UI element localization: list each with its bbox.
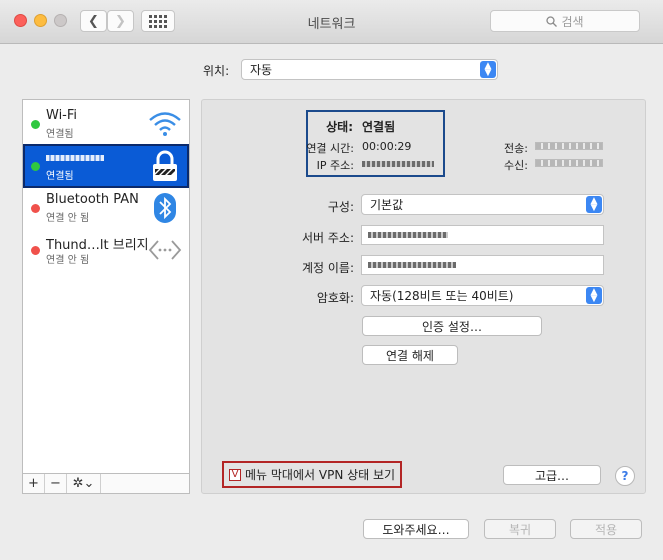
service-status: 연결 안 됨 (46, 255, 90, 266)
popup-stepper-icon: ▲ ▼ (586, 196, 602, 213)
assist-me-button[interactable]: 도와주세요… (363, 519, 469, 539)
search-field[interactable]: 검색 (490, 10, 640, 32)
wifi-icon (147, 106, 183, 142)
configuration-value: 기본값 (370, 198, 404, 212)
bluetooth-icon (147, 190, 183, 226)
popup-stepper-icon: ▲ ▼ (586, 287, 602, 304)
disconnect-button[interactable]: 연결 해제 (362, 345, 458, 365)
bridge-arrows-icon (147, 232, 183, 268)
service-item-bluetooth-pan[interactable]: Bluetooth PAN 연결 안 됨 (23, 186, 189, 230)
show-vpn-status-label: 메뉴 막대에서 VPN 상태 보기 (245, 468, 396, 482)
encryption-value: 자동(128비트 또는 40비트) (370, 289, 514, 303)
ip-address-value (362, 157, 434, 170)
encryption-popup[interactable]: 자동(128비트 또는 40비트) ▲ ▼ (361, 285, 604, 306)
connect-time-value: 00:00:29 (362, 140, 412, 153)
service-item-wifi[interactable]: Wi-Fi 연결됨 (23, 102, 189, 146)
remove-service-button[interactable]: − (45, 474, 67, 493)
authentication-settings-button[interactable]: 인증 설정… (362, 316, 542, 336)
advanced-button[interactable]: 고급… (503, 465, 601, 485)
help-button[interactable]: ? (615, 466, 635, 486)
gear-icon: ✲⌄ (72, 476, 95, 491)
service-name: Bluetooth PAN (46, 192, 139, 207)
add-service-button[interactable]: + (23, 474, 45, 493)
sent-label: 전송: (504, 142, 528, 155)
service-status: 연결됨 (46, 129, 74, 140)
service-list: Wi-Fi 연결됨 연결됨 Bluetooth PAN 연결 안 됨 Thund… (22, 99, 190, 494)
configuration-label: 구성: (327, 200, 354, 214)
show-vpn-status-checkbox-row[interactable]: V 메뉴 막대에서 VPN 상태 보기 (222, 461, 402, 488)
location-label: 위치: (203, 64, 230, 78)
service-status: 연결됨 (46, 171, 74, 182)
connect-time-label: 연결 시간: (306, 142, 354, 155)
account-name-field[interactable] (361, 255, 604, 275)
gear-menu-button[interactable]: ✲⌄ (67, 474, 101, 493)
service-list-toolbar: + − ✲⌄ (22, 473, 190, 494)
apply-button[interactable]: 적용 (570, 519, 642, 539)
status-dot-disconnected (31, 204, 40, 213)
location-popup[interactable]: 자동 ▲ ▼ (241, 59, 498, 80)
revert-button[interactable]: 복귀 (484, 519, 556, 539)
state-value: 연결됨 (362, 120, 396, 134)
status-dot-connected (31, 120, 40, 129)
encryption-label: 암호화: (316, 291, 354, 305)
status-dot-disconnected (31, 246, 40, 255)
service-status: 연결 안 됨 (46, 213, 90, 224)
location-value: 자동 (250, 63, 273, 77)
ip-address-label: IP 주소: (316, 159, 354, 172)
service-item-thunderbolt-bridge[interactable]: Thund…lt 브리지 연결 안 됨 (23, 228, 189, 272)
vpn-lock-icon (147, 148, 183, 184)
received-meter (535, 159, 603, 167)
show-vpn-status-checkbox[interactable]: V (229, 468, 241, 481)
search-icon (546, 15, 558, 27)
status-dot-connected (31, 162, 40, 171)
popup-stepper-icon: ▲ ▼ (480, 61, 496, 78)
server-address-label: 서버 주소: (301, 231, 354, 245)
account-name-label: 계정 이름: (301, 261, 354, 275)
search-placeholder: 검색 (561, 14, 584, 29)
server-address-field[interactable] (361, 225, 604, 245)
configuration-popup[interactable]: 기본값 ▲ ▼ (361, 194, 604, 215)
sent-meter (535, 142, 603, 150)
state-label: 상태: (326, 120, 353, 134)
service-name (46, 150, 104, 165)
service-name: Wi-Fi (46, 108, 78, 123)
received-label: 수신: (504, 159, 528, 172)
title-bar: ❮ ❯ 네트워크 검색 (0, 0, 663, 44)
service-item-vpn[interactable]: 연결됨 (23, 144, 189, 188)
